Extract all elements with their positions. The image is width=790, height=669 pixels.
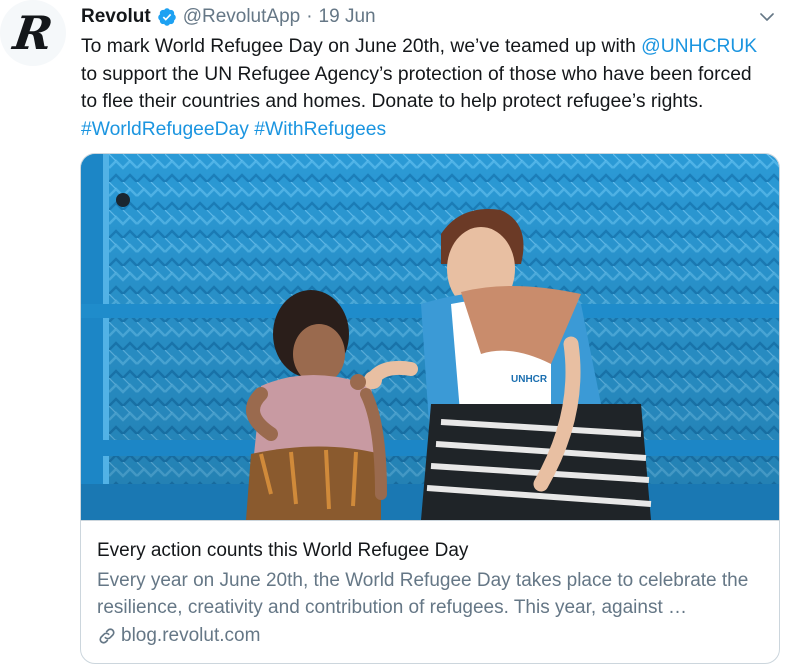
- card-title[interactable]: Every action counts this World Refugee D…: [97, 538, 767, 564]
- hashtag-link-2[interactable]: #WithRefugees: [254, 119, 386, 140]
- link-preview-card[interactable]: UNHCR Every action counts this World Ref…: [80, 153, 780, 664]
- card-body: Every action counts this World Refugee D…: [97, 538, 767, 649]
- author-name[interactable]: Revolut: [81, 6, 151, 28]
- card-domain-text: blog.revolut.com: [121, 625, 261, 646]
- link-icon: [99, 628, 115, 644]
- author-handle[interactable]: @RevolutApp: [183, 6, 301, 28]
- tweet-date[interactable]: 19 Jun: [319, 6, 376, 28]
- tweet-header: Revolut @RevolutApp · 19 Jun: [81, 5, 376, 29]
- card-domain[interactable]: blog.revolut.com: [97, 623, 767, 649]
- verified-badge-icon: [157, 8, 176, 26]
- tweet-text: To mark World Refugee Day on June 20th, …: [81, 33, 771, 143]
- card-image[interactable]: UNHCR: [81, 154, 779, 521]
- card-description: Every year on June 20th, the World Refug…: [97, 570, 749, 618]
- author-avatar[interactable]: R: [0, 0, 66, 66]
- chevron-down-icon[interactable]: [758, 8, 776, 26]
- revolut-logo-letter: R: [10, 6, 56, 60]
- vest-logo-text: UNHCR: [511, 374, 548, 385]
- header-separator: ·: [306, 6, 313, 27]
- tweet-text-part-1: To mark World Refugee Day on June 20th, …: [81, 36, 642, 57]
- tweet-text-part-2: to support the UN Refugee Agency’s prote…: [81, 63, 752, 113]
- mention-link[interactable]: @UNHCRUK: [641, 36, 757, 57]
- hashtag-link-1[interactable]: #WorldRefugeeDay: [81, 119, 249, 140]
